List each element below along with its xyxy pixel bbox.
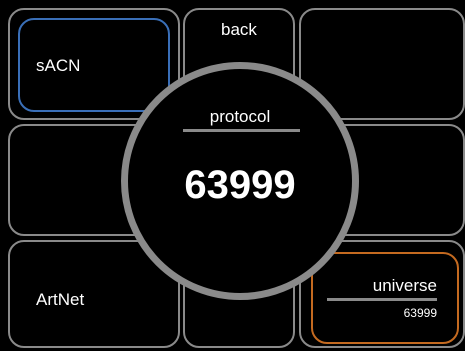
universe-divider [327, 298, 437, 301]
universe-value: 63999 [403, 306, 437, 320]
universe-panel: universe 63999 [311, 252, 459, 344]
universe-title: universe [372, 276, 437, 295]
dial-title: protocol [209, 107, 271, 126]
dial-divider [183, 129, 300, 132]
back-label: back [221, 20, 257, 39]
sacn-label: sACN [36, 56, 81, 75]
artnet-label: ArtNet [36, 290, 85, 309]
protocol-dial[interactable]: protocol 63999 [121, 62, 359, 300]
dial-value: 63999 [184, 163, 296, 207]
